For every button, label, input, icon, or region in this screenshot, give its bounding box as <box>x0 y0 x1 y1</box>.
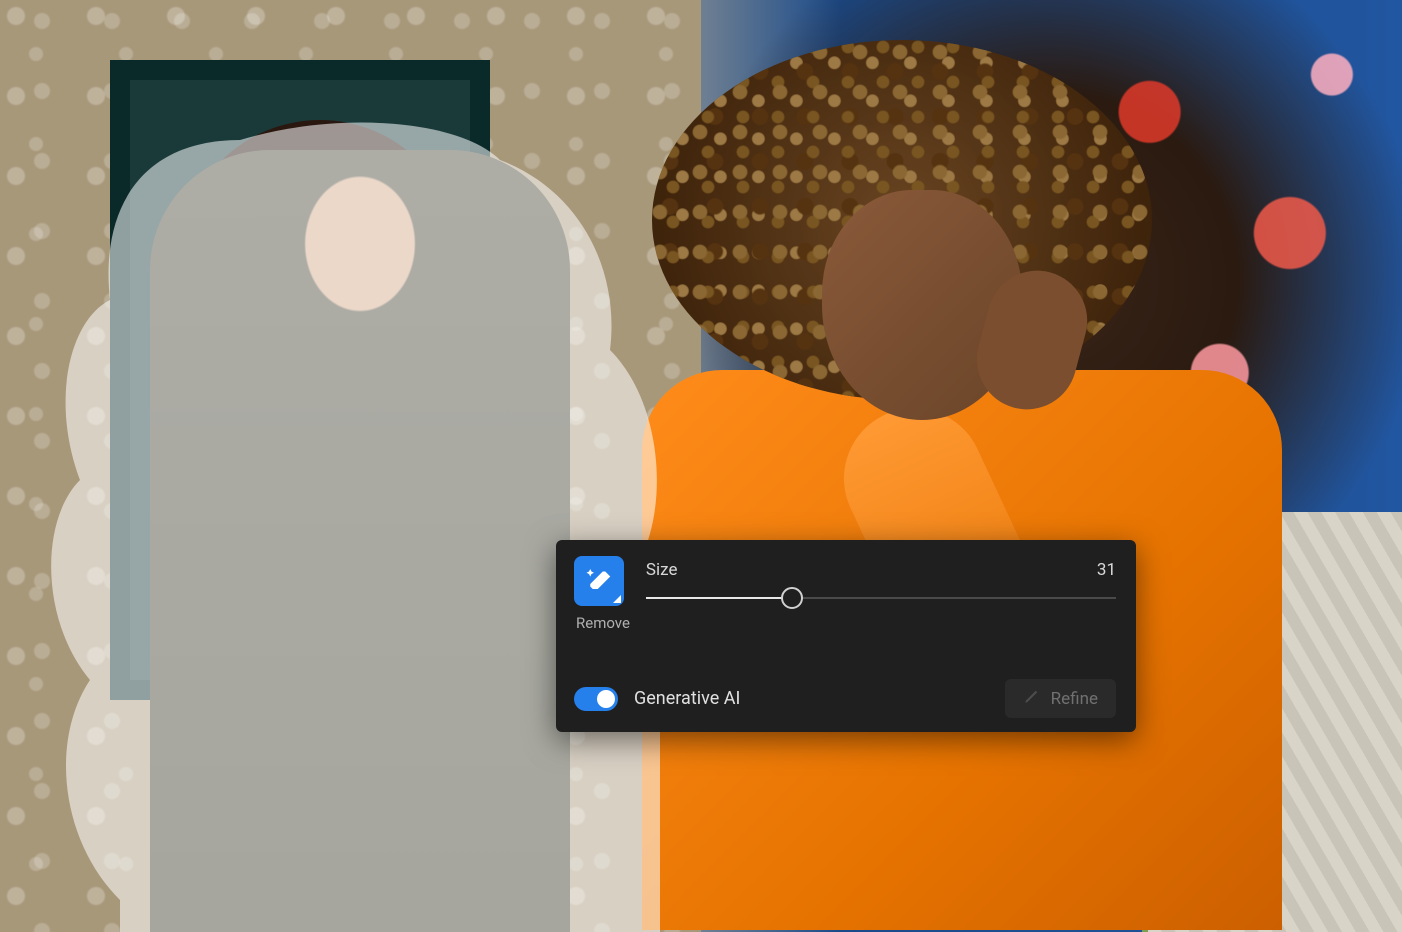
refine-button-label: Refine <box>1051 689 1098 709</box>
generative-ai-toggle[interactable] <box>574 687 618 711</box>
generative-ai-label: Generative AI <box>634 688 740 709</box>
subject-right <box>602 40 1342 932</box>
slider-thumb[interactable] <box>781 587 803 609</box>
removal-mask-overlay[interactable] <box>40 120 660 932</box>
size-slider-value[interactable]: 31 <box>1097 560 1116 580</box>
remove-tool-panel: Remove Size 31 Generative AI <box>556 540 1136 732</box>
size-slider-label: Size <box>646 560 678 580</box>
pencil-icon <box>1023 687 1041 710</box>
editor-canvas[interactable]: Remove Size 31 Generative AI <box>0 0 1402 932</box>
refine-button[interactable]: Refine <box>1005 679 1116 718</box>
size-slider[interactable] <box>646 588 1116 608</box>
remove-tool-button[interactable] <box>574 556 624 606</box>
eraser-sparkle-icon <box>584 564 614 598</box>
tool-name-label: Remove <box>576 614 630 632</box>
